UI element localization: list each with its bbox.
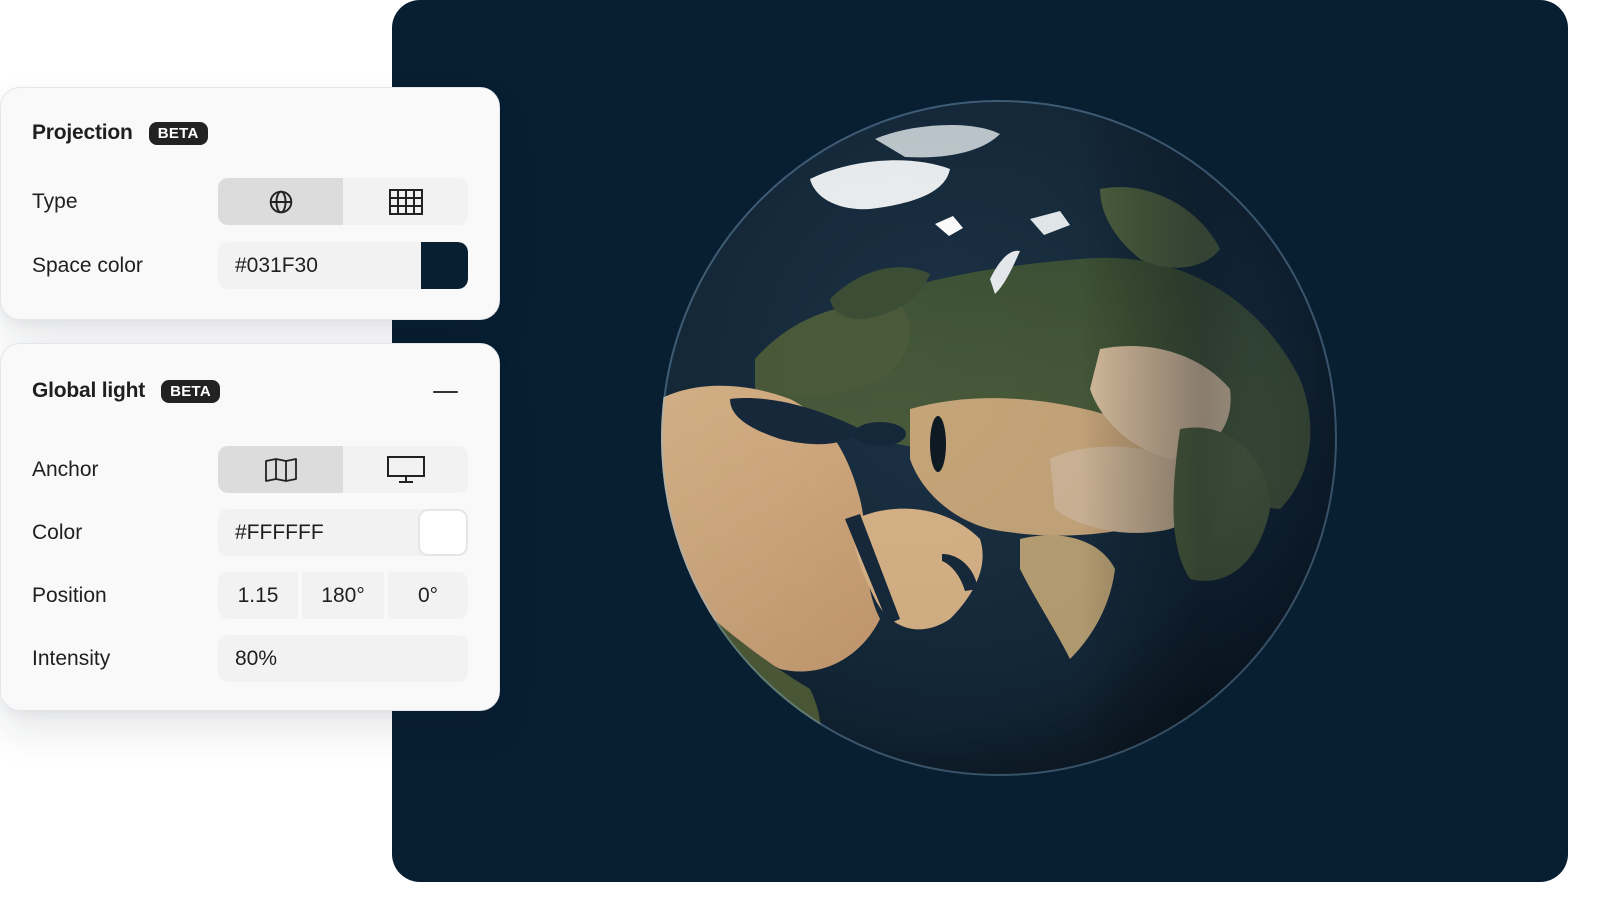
position-longitude-input[interactable]: 180° <box>302 572 384 619</box>
intensity-input[interactable]: 80% <box>218 635 468 682</box>
intensity-label: Intensity <box>32 646 111 670</box>
collapse-button[interactable] <box>431 380 459 404</box>
light-color-field: #FFFFFF <box>218 509 468 556</box>
space-color-label: Space color <box>32 253 143 277</box>
intensity-row: Intensity 80% <box>32 635 468 682</box>
position-row: Position 1.15 180° 0° <box>32 572 468 619</box>
grid-icon <box>388 188 423 215</box>
space-color-row: Space color #031F30 <box>32 242 468 289</box>
projection-title: Projection <box>32 121 133 144</box>
type-row: Type <box>32 178 468 225</box>
anchor-row: Anchor <box>32 446 468 493</box>
globe-icon <box>269 190 292 213</box>
space-color-swatch[interactable] <box>421 242 468 289</box>
global-light-title: Global light <box>32 379 146 402</box>
global-light-panel: Global light BETA Anchor Color #FFFFFF P… <box>0 343 500 711</box>
space-color-input[interactable]: #031F30 <box>218 242 421 289</box>
position-inputs: 1.15 180° 0° <box>218 572 468 619</box>
globe-viewport[interactable] <box>392 0 1568 882</box>
earth-globe-graphic <box>661 100 1337 776</box>
map-icon <box>264 457 297 482</box>
color-row: Color #FFFFFF <box>32 509 468 556</box>
projection-type-toggle <box>218 178 468 225</box>
earth-globe[interactable] <box>660 99 1338 777</box>
color-label: Color <box>32 520 83 544</box>
map-anchor-option[interactable] <box>218 446 343 493</box>
globe-projection-option[interactable] <box>218 178 343 225</box>
flat-projection-option[interactable] <box>343 178 468 225</box>
type-label: Type <box>32 189 78 213</box>
projection-panel: Projection BETA Type Space color #031F30 <box>0 87 500 320</box>
space-color-field: #031F30 <box>218 242 468 289</box>
screen-anchor-option[interactable] <box>343 446 468 493</box>
monitor-icon <box>386 455 425 483</box>
beta-badge: BETA <box>148 121 208 145</box>
position-latitude-input[interactable]: 0° <box>388 572 468 619</box>
light-color-swatch[interactable] <box>418 509 468 556</box>
minus-icon <box>432 391 458 393</box>
beta-badge: BETA <box>161 379 221 403</box>
light-color-input[interactable]: #FFFFFF <box>218 509 418 556</box>
position-label: Position <box>32 583 107 607</box>
anchor-toggle <box>218 446 468 493</box>
projection-header: Projection BETA <box>32 120 208 146</box>
anchor-label: Anchor <box>32 457 99 481</box>
global-light-header: Global light BETA <box>32 378 221 404</box>
position-distance-input[interactable]: 1.15 <box>218 572 298 619</box>
